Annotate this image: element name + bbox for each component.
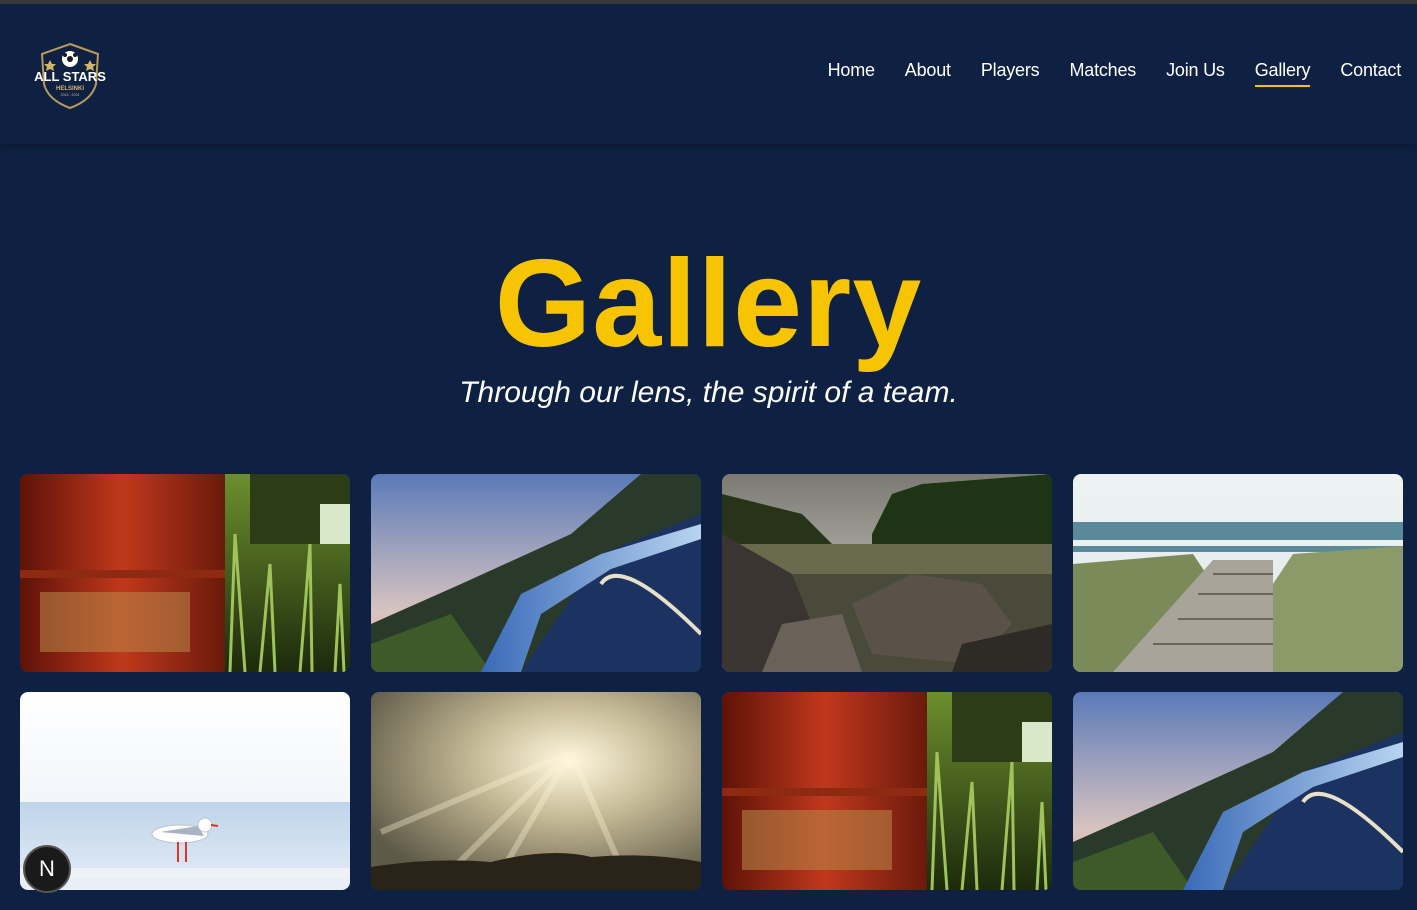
gallery-image-red-barrel-2[interactable] <box>722 692 1052 890</box>
nav-players[interactable]: Players <box>981 60 1040 85</box>
gallery-image-mountain-road-2[interactable] <box>1073 692 1403 890</box>
nav-home[interactable]: Home <box>828 60 875 85</box>
nextjs-dev-badge[interactable]: N <box>23 845 71 893</box>
logo-years-text: 2015 - 2024 <box>61 93 80 97</box>
gallery-image-sunrays[interactable] <box>371 692 701 890</box>
nav-join-us[interactable]: Join Us <box>1166 60 1225 85</box>
gallery-grid <box>20 474 1403 890</box>
club-logo[interactable]: ALL STARS HELSINKI 2015 - 2024 <box>34 40 106 112</box>
nav-contact[interactable]: Contact <box>1340 60 1401 85</box>
logo-name-text: ALL STARS <box>34 69 106 84</box>
gallery-image-boardwalk[interactable] <box>1073 474 1403 672</box>
gallery-image-red-barrel[interactable] <box>20 474 350 672</box>
gallery-image-river-rocks[interactable] <box>722 474 1052 672</box>
gallery-image-mountain-road[interactable] <box>371 474 701 672</box>
nav-about[interactable]: About <box>905 60 951 85</box>
page-title: Gallery <box>494 235 923 373</box>
main-nav: Home About Players Matches Join Us Galle… <box>798 60 1401 87</box>
nav-gallery[interactable]: Gallery <box>1254 60 1311 87</box>
logo-city-text: HELSINKI <box>56 86 84 92</box>
site-header: ALL STARS HELSINKI 2015 - 2024 Home Abou… <box>0 4 1417 144</box>
page-subtitle: Through our lens, the spirit of a team. <box>459 376 958 409</box>
nav-matches[interactable]: Matches <box>1069 60 1136 85</box>
